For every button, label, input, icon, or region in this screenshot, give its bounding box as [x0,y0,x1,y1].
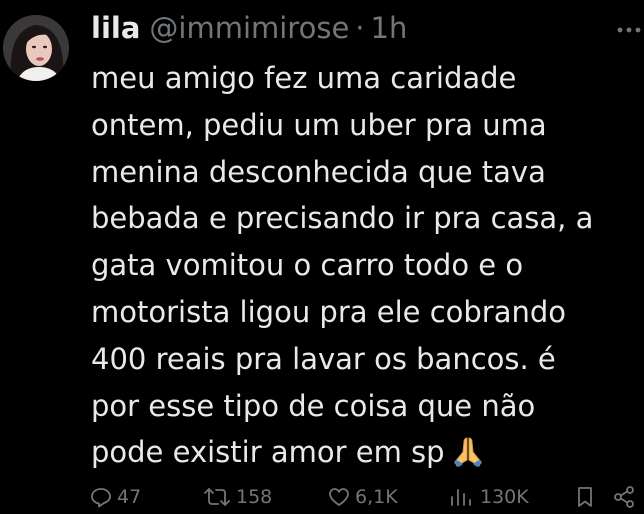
reply-button[interactable]: 47 [89,480,141,514]
share-icon[interactable] [612,484,638,510]
tweet-line: pode existir amor em sp [91,435,445,470]
retweet-button[interactable]: 158 [202,480,272,514]
tweet-line: gata vomitou o carro todo e o [91,248,524,283]
like-button[interactable]: 6,1K [327,480,398,514]
action-bar: 47 158 6,1K 130K [0,480,644,514]
tweet-line: motorista ligou pra ele cobrando [91,294,567,329]
views-count: 130K [480,486,529,508]
retweet-count: 158 [236,486,273,508]
avatar[interactable] [3,15,69,81]
praying-hands-emoji [451,435,485,482]
bookmark-icon[interactable] [572,484,598,510]
tweet-line: menina desconhecida que tava [91,154,546,189]
retweet-icon [202,485,236,509]
tweet-header: lila @immimirose · 1h [91,8,407,48]
heart-icon [327,485,355,509]
tweet-line: por esse tipo de coisa que não [91,388,536,423]
reply-count: 47 [117,486,142,508]
more-dots-icon[interactable] [614,18,644,42]
timestamp[interactable]: 1h [371,11,408,45]
views-button[interactable]: 130K [446,480,529,514]
views-chart-icon [446,485,480,509]
reply-icon [89,485,117,509]
tweet-card[interactable]: lila @immimirose · 1h meu amigo fez uma … [0,0,644,514]
tweet-line: meu amigo fez uma caridade [91,61,517,95]
author-name[interactable]: lila [91,11,140,45]
tweet-line: 400 reais pra lavar os bancos. é [91,341,556,376]
like-count: 6,1K [355,486,398,508]
tweet-text: meu amigo fez uma caridade ontem, pediu … [91,55,641,482]
tweet-line-last: pode existir amor em sp [91,429,641,482]
author-handle[interactable]: @immimirose [149,11,349,45]
separator-dot: · [355,11,365,45]
tweet-line: bebada e precisando ir pra casa, a [91,201,594,236]
tweet-line: ontem, pediu um uber pra uma [91,107,547,142]
